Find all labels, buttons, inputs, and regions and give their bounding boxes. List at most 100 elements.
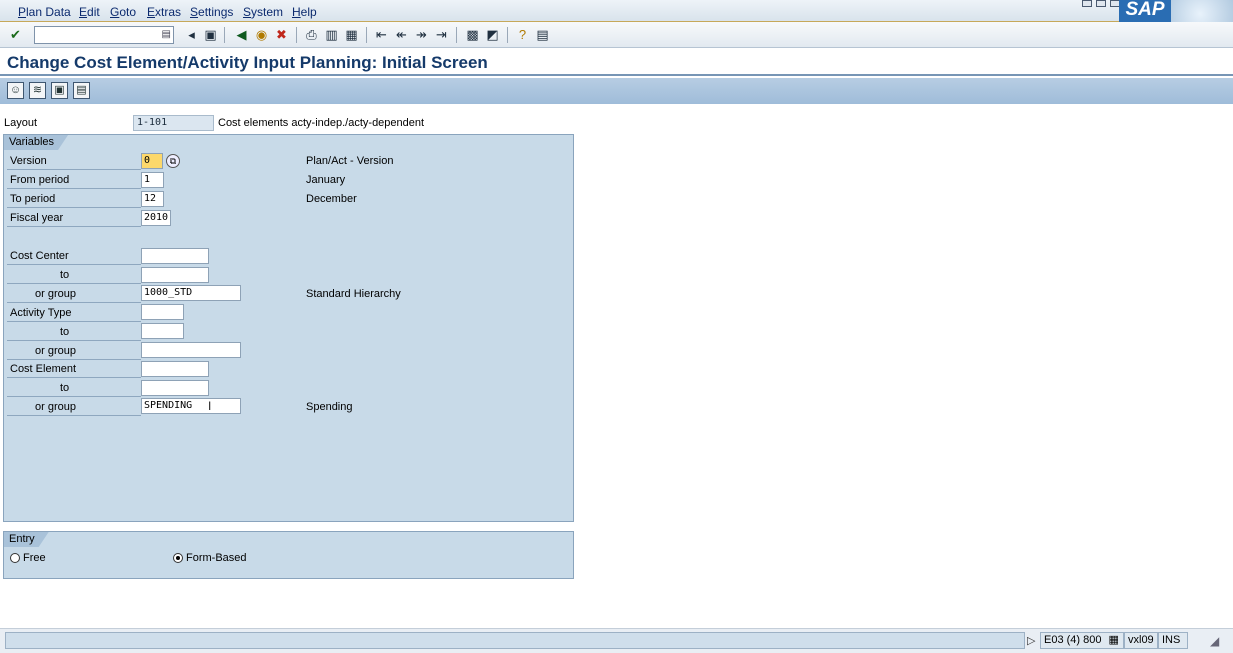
insert-mode: INS: [1158, 632, 1188, 649]
menu-system[interactable]: System: [243, 5, 283, 19]
create-session-icon[interactable]: ▩: [465, 27, 480, 42]
menu-extras[interactable]: Extras: [147, 5, 181, 19]
help-icon[interactable]: ?: [515, 27, 530, 42]
status-message-area: [5, 632, 1025, 649]
to-period-description: December: [306, 193, 357, 205]
command-history-icon[interactable]: ▤: [162, 29, 171, 40]
variables-group-title: Variables: [4, 135, 68, 150]
layout-row: Layout 1-101 Cost elements acty-indep./a…: [0, 114, 574, 132]
last-page-icon[interactable]: ⇥: [434, 27, 449, 42]
status-bar: ▷ E03 (4) 800 ▦ vxl09 INS ◢: [0, 628, 1233, 653]
first-page-icon[interactable]: ⇤: [374, 27, 389, 42]
row-underline: [7, 359, 141, 360]
version-description: Plan/Act - Version: [306, 155, 394, 167]
entry-group-title: Entry: [4, 532, 49, 547]
status-expand-icon[interactable]: ▷: [1027, 634, 1035, 647]
system-info-icon[interactable]: ▦: [1109, 634, 1119, 646]
find-icon[interactable]: ▥: [324, 27, 339, 42]
cost-center-to-label: to: [60, 269, 70, 281]
version-label: Version: [10, 155, 47, 167]
back-icon[interactable]: ◀: [234, 27, 249, 42]
menu-help[interactable]: Help: [292, 5, 317, 19]
cost-element-group-description: Spending: [306, 401, 353, 413]
row-underline: [7, 377, 141, 378]
fiscal-year-field[interactable]: 2010: [141, 210, 171, 226]
row-underline: [7, 226, 141, 227]
save-icon[interactable]: ▣: [203, 27, 218, 42]
row-underline: [7, 321, 141, 322]
sap-logo: SAP: [1119, 0, 1171, 22]
cancel-icon[interactable]: ✖: [274, 27, 289, 42]
form-based-radio[interactable]: [173, 553, 183, 563]
entry-group: Entry Free Form-Based: [3, 531, 574, 579]
cost-element-group-field[interactable]: SPENDING: [141, 398, 241, 414]
next-page-icon[interactable]: ↠: [414, 27, 429, 42]
minimize-window-icon[interactable]: [1082, 0, 1092, 7]
activity-type-group-field[interactable]: [141, 342, 241, 358]
cost-center-group-label: or group: [35, 288, 76, 300]
cost-element-to-field[interactable]: [141, 380, 209, 396]
row-underline: [7, 396, 141, 397]
activity-type-from-field[interactable]: [141, 304, 184, 320]
layout-menu-icon[interactable]: ▤: [535, 27, 550, 42]
period-screen-icon[interactable]: ▣: [51, 82, 68, 99]
from-period-description: January: [306, 174, 346, 186]
exit-icon[interactable]: ◉: [254, 27, 269, 42]
toolbar-separator: [456, 27, 457, 43]
menu-plan-data[interactable]: Plan Data: [18, 5, 71, 19]
activity-type-to-label: to: [60, 326, 70, 338]
overview-screen-icon[interactable]: ≋: [29, 82, 46, 99]
free-radio[interactable]: [10, 553, 20, 563]
collapse-icon[interactable]: ◂: [184, 27, 199, 42]
cost-element-to-label: to: [60, 382, 70, 394]
row-underline: [7, 169, 141, 170]
row-underline: [7, 340, 141, 341]
activity-type-group-label: or group: [35, 345, 76, 357]
page-title: Change Cost Element/Activity Input Plann…: [7, 53, 488, 72]
cost-element-label: Cost Element: [10, 363, 77, 375]
menu-edit[interactable]: Edit: [79, 5, 100, 19]
toolbar-separator: [296, 27, 297, 43]
cost-center-group-field[interactable]: 1000_STD: [141, 285, 241, 301]
other-selection-icon[interactable]: ☺: [7, 82, 24, 99]
resize-grip-icon[interactable]: ◢: [1210, 634, 1219, 648]
server-name: vxl09: [1124, 632, 1158, 649]
document-icon[interactable]: ▤: [73, 82, 90, 99]
cost-center-group-description: Standard Hierarchy: [306, 288, 401, 300]
activity-type-to-field[interactable]: [141, 323, 184, 339]
enter-icon[interactable]: ✔: [8, 27, 23, 42]
text-cursor-icon: I: [208, 399, 212, 413]
menu-settings[interactable]: Settings: [190, 5, 233, 19]
possible-entries-icon[interactable]: ⧉: [166, 154, 180, 168]
print-icon[interactable]: ⎙: [304, 27, 319, 42]
cost-center-from-field[interactable]: [141, 248, 209, 264]
find-next-icon[interactable]: ▦: [344, 27, 359, 42]
menu-bar: Plan Data Edit Goto Extras Settings Syst…: [0, 0, 1233, 22]
previous-page-icon[interactable]: ↞: [394, 27, 409, 42]
form-based-radio-label[interactable]: Form-Based: [186, 552, 247, 564]
to-period-field[interactable]: 12: [141, 191, 164, 207]
row-underline: [7, 283, 141, 284]
version-field[interactable]: 0: [141, 153, 163, 169]
maximize-window-icon[interactable]: [1096, 0, 1106, 7]
menu-goto[interactable]: Goto: [110, 5, 136, 19]
from-period-field[interactable]: 1: [141, 172, 164, 188]
command-field[interactable]: ▤: [34, 26, 174, 44]
application-toolbar: ☺ ≋ ▣ ▤: [0, 78, 1233, 104]
layout-description: Cost elements acty-indep./acty-dependent: [218, 117, 425, 129]
system-info[interactable]: E03 (4) 800 ▦: [1040, 632, 1124, 649]
row-underline: [7, 415, 141, 416]
shortcut-icon[interactable]: ◩: [485, 27, 500, 42]
activity-type-label: Activity Type: [10, 307, 72, 319]
from-period-label: From period: [10, 174, 70, 186]
layout-field[interactable]: 1-101: [133, 115, 214, 131]
fiscal-year-label: Fiscal year: [10, 212, 64, 224]
variables-group: Variables Version 0 ⧉ Plan/Act - Version…: [3, 134, 574, 522]
system-info-text: E03 (4) 800: [1044, 634, 1102, 646]
free-radio-label[interactable]: Free: [23, 552, 46, 564]
toolbar-separator: [224, 27, 225, 43]
cost-element-from-field[interactable]: [141, 361, 209, 377]
standard-toolbar: ✔ ▤ ◂ ▣ ◀ ◉ ✖ ⎙ ▥ ▦ ⇤ ↞ ↠ ⇥ ▩ ◩ ? ▤: [0, 22, 1233, 48]
cost-center-to-field[interactable]: [141, 267, 209, 283]
row-underline: [7, 264, 141, 265]
